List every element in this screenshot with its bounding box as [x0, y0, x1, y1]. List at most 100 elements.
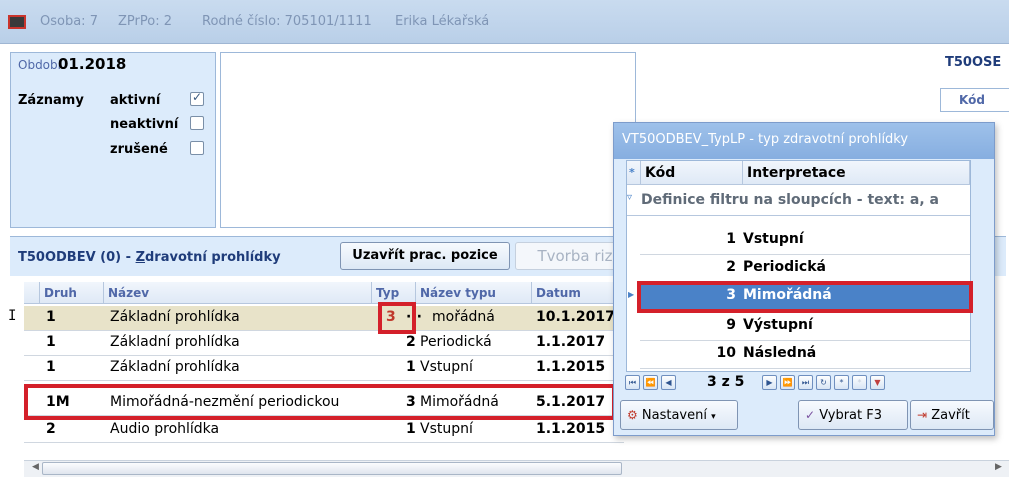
table-row[interactable]: 1 Základní prohlídka 2 Periodická 1.1.20…	[24, 331, 624, 356]
cell-nazev: Základní prohlídka	[110, 359, 240, 375]
popup-kod: 9	[726, 317, 736, 333]
prev-record-icon[interactable]: ◀	[661, 375, 676, 390]
cell-druh: 1	[46, 359, 56, 375]
cancelled-checkbox[interactable]	[190, 141, 204, 155]
inactive-checkbox[interactable]	[190, 116, 204, 130]
active-label: aktivní	[110, 93, 161, 108]
title-zprpo: ZPrPo: 2	[118, 14, 172, 29]
cell-typ: 2	[406, 334, 416, 350]
popup-kod: 1	[726, 231, 736, 247]
grid-title-prefix: T50ODBEV (0) -	[18, 250, 136, 265]
cell-druh: 2	[46, 421, 56, 437]
popup-title-bar[interactable]: VT50ODBEV_TypLP - typ zdravotní prohlídk…	[614, 123, 994, 159]
popup-interpretace: Vstupní	[743, 231, 804, 247]
cell-datum: 1.1.2015	[536, 421, 606, 437]
record-counter: 3 z 5	[707, 374, 745, 390]
col-header-nazev-typu[interactable]: Název typu	[416, 282, 532, 304]
highlight-row-1m	[24, 384, 616, 420]
asterisk-icon: *	[627, 161, 641, 185]
cell-druh: 1	[46, 334, 56, 350]
close-button[interactable]: ⇥ Zavřít	[910, 400, 994, 430]
cell-nazev-typu: Periodická	[420, 334, 492, 350]
popup-col-interpretace[interactable]: Interpretace	[743, 161, 970, 185]
cell-nazev-typu: Vstupní	[420, 421, 473, 437]
next-page-icon[interactable]: ⏩	[780, 375, 795, 390]
grid-title-rest: dravotní prohlídky	[145, 250, 281, 265]
highlight-typ-cell	[378, 302, 416, 334]
table-row[interactable]: I 1 Základní prohlídka 3 ··· mořádná 10.…	[8, 306, 624, 331]
cell-nazev: Základní prohlídka	[110, 309, 240, 325]
title-rodne-cislo: Rodné číslo: 705101/1111	[202, 14, 372, 29]
active-checkbox[interactable]	[190, 90, 204, 106]
right-panel-code: T50OSE	[945, 55, 1002, 70]
table-row[interactable]: 2 Audio prohlídka 1 Vstupní 1.1.2015	[24, 418, 624, 443]
filter-icon[interactable]: ▼	[870, 375, 885, 390]
select-button[interactable]: ✓ Vybrat F3	[798, 400, 908, 430]
col-header-nazev[interactable]: Název	[104, 282, 372, 304]
cell-datum: 10.1.2017	[536, 309, 615, 325]
edit-cursor-icon: I	[8, 308, 17, 324]
first-record-icon[interactable]: ⏮	[625, 375, 640, 390]
title-osoba: Osoba: 7	[40, 14, 98, 29]
close-positions-button[interactable]: Uzavřít prac. pozice	[340, 242, 510, 270]
cell-typ: 1	[406, 359, 416, 375]
prev-page-icon[interactable]: ⏪	[643, 375, 658, 390]
ok-icon: ✓	[805, 408, 816, 422]
cell-druh: 1	[46, 309, 56, 325]
cell-nazev: Základní prohlídka	[110, 334, 240, 350]
title-person-name: Erika Lékařská	[395, 14, 490, 29]
table-row[interactable]: 1 Základní prohlídka 1 Vstupní 1.1.2015	[24, 356, 624, 381]
app-icon	[8, 15, 26, 29]
title-bar: Osoba: 7 ZPrPo: 2 Rodné číslo: 705101/11…	[0, 0, 1009, 44]
col-header-typ[interactable]: Typ	[372, 282, 416, 304]
close-label: Zavřít	[931, 408, 970, 423]
cell-nazev: Audio prohlídka	[110, 421, 220, 437]
chevron-down-icon: ▾	[711, 412, 716, 422]
col-header-datum[interactable]: Datum	[532, 282, 624, 304]
scrollbar-thumb[interactable]	[42, 462, 622, 475]
grid-title-accel: Z	[135, 250, 145, 265]
popup-list-item[interactable]: 10 Následná	[640, 340, 970, 369]
popup-interpretace: Výstupní	[743, 317, 813, 333]
popup-interpretace: Následná	[743, 345, 817, 361]
refresh-icon[interactable]: ↻	[816, 375, 831, 390]
period-label: Období	[18, 58, 61, 72]
period-value[interactable]: 01.2018	[58, 55, 126, 73]
popup-kod: 10	[716, 345, 736, 361]
settings-button[interactable]: ⚙ Nastavení ▾	[620, 400, 738, 430]
cell-nazev-typu: mořádná	[432, 309, 495, 325]
new-record-icon[interactable]: *	[834, 375, 849, 390]
popup-interpretace: Periodická	[743, 259, 826, 275]
last-record-icon[interactable]: ⏭	[798, 375, 813, 390]
new-disabled-icon: *	[852, 375, 867, 390]
scroll-right-icon[interactable]: ▶	[995, 462, 1002, 472]
cell-typ: 1	[406, 421, 416, 437]
settings-icon: ⚙	[627, 408, 638, 422]
popup-filter-row[interactable]: ▿ Definice filtru na sloupcích - text: a…	[627, 186, 970, 216]
cell-datum: 1.1.2017	[536, 334, 606, 350]
filter-funnel-icon: ▿	[627, 192, 633, 203]
current-row-arrow-icon: ▶	[628, 290, 635, 299]
popup-list-item[interactable]: 9 Výstupní	[640, 312, 970, 341]
popup-col-kod[interactable]: Kód	[641, 161, 743, 185]
select-label: Vybrat F3	[819, 408, 882, 423]
note-area[interactable]	[220, 52, 636, 228]
popup-filter-text: Definice filtru na sloupcích - text: a, …	[641, 192, 939, 208]
close-door-icon: ⇥	[917, 408, 928, 422]
scroll-left-icon[interactable]: ◀	[32, 462, 39, 472]
grid-header-indicator	[24, 282, 40, 304]
col-header-druh[interactable]: Druh	[40, 282, 104, 304]
inactive-label: neaktivní	[110, 117, 179, 132]
popup-list-item[interactable]: 1 Vstupní	[640, 226, 970, 255]
cancelled-label: zrušené	[110, 142, 168, 157]
cell-nazev-typu: Vstupní	[420, 359, 473, 375]
records-label: Záznamy	[18, 93, 84, 108]
popup-list-item[interactable]: 2 Periodická	[640, 254, 970, 283]
right-kod-label: Kód	[959, 93, 985, 107]
next-record-icon[interactable]: ▶	[762, 375, 777, 390]
grid-title: T50ODBEV (0) - Zdravotní prohlídky	[18, 250, 281, 265]
highlight-selected-option	[637, 281, 973, 313]
right-panel-kod-header: Kód	[940, 88, 1009, 112]
popup-kod: 2	[726, 259, 736, 275]
settings-label: Nastavení	[641, 408, 707, 423]
